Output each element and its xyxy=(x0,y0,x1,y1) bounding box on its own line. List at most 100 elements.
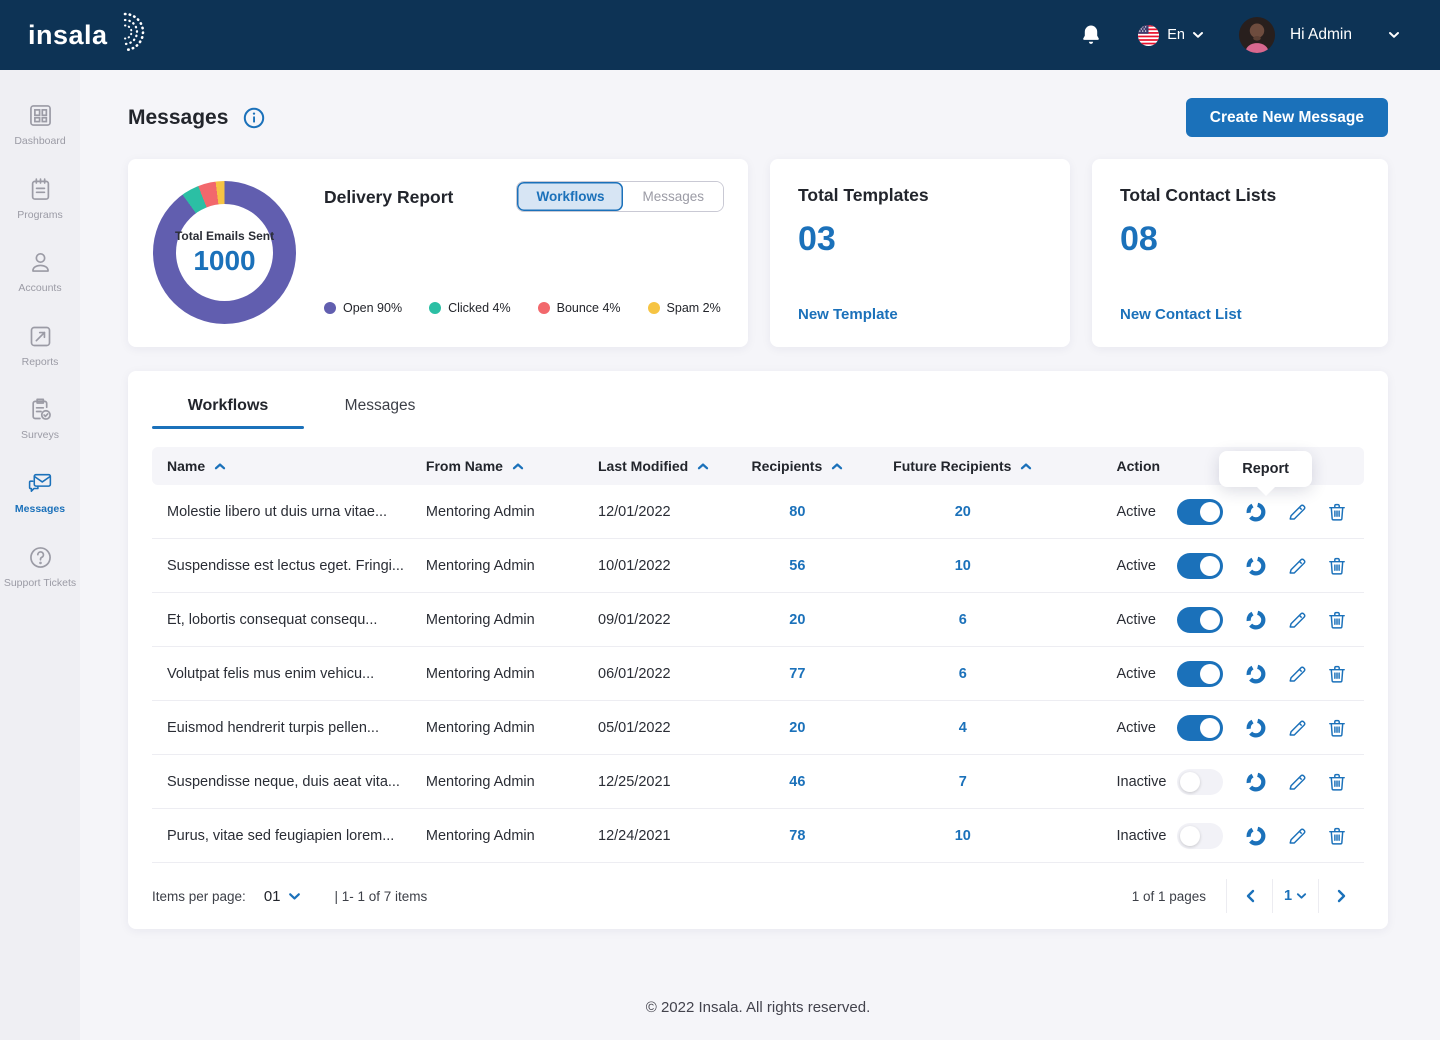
delete-trash-icon[interactable] xyxy=(1326,825,1348,847)
notification-bell-icon[interactable] xyxy=(1079,23,1103,47)
report-icon[interactable] xyxy=(1245,501,1267,523)
recipients-link[interactable]: 46 xyxy=(789,774,805,790)
sidebar-item-label: Dashboard xyxy=(14,135,65,148)
recipients-link[interactable]: 56 xyxy=(789,558,805,574)
from-name: Mentoring Admin xyxy=(426,504,598,520)
future-recipients-link[interactable]: 6 xyxy=(959,666,967,682)
report-icon[interactable] xyxy=(1245,717,1267,739)
items-per-page-label: Items per page: xyxy=(152,889,246,904)
sidebar-item-messages[interactable]: Messages xyxy=(0,460,80,526)
sidebar: Dashboard Programs Accounts Reports Surv… xyxy=(0,70,80,1040)
delete-trash-icon[interactable] xyxy=(1326,609,1348,631)
user-menu[interactable]: Hi Admin xyxy=(1238,16,1400,54)
new-template-link[interactable]: New Template xyxy=(798,306,1042,323)
future-recipients-link[interactable]: 20 xyxy=(955,504,971,520)
pages-count-label: 1 of 1 pages xyxy=(1132,889,1206,904)
current-page-select[interactable]: 1 xyxy=(1272,879,1318,913)
status-toggle[interactable] xyxy=(1177,499,1223,525)
status-toggle[interactable] xyxy=(1177,607,1223,633)
table-row: Euismod hendrerit turpis pellen... Mento… xyxy=(152,701,1364,755)
sidebar-item-accounts[interactable]: Accounts xyxy=(0,239,80,305)
sort-caret-icon[interactable] xyxy=(831,462,843,470)
dashboard-grid-icon xyxy=(27,102,54,129)
recipients-link[interactable]: 78 xyxy=(789,828,805,844)
status-toggle[interactable] xyxy=(1177,553,1223,579)
from-name: Mentoring Admin xyxy=(426,666,598,682)
column-name: Name xyxy=(167,458,205,474)
report-icon[interactable] xyxy=(1245,663,1267,685)
future-recipients-link[interactable]: 4 xyxy=(959,720,967,736)
items-per-page-select[interactable]: 01 xyxy=(264,888,301,905)
column-from-name: From Name xyxy=(426,458,503,474)
future-recipients-link[interactable]: 10 xyxy=(955,828,971,844)
delivery-report-toggle-group: Workflows Messages xyxy=(516,181,724,212)
status-toggle[interactable] xyxy=(1177,715,1223,741)
edit-pencil-icon[interactable] xyxy=(1286,501,1308,523)
status-toggle[interactable] xyxy=(1177,823,1223,849)
sidebar-item-label: Programs xyxy=(17,209,63,222)
sort-caret-icon[interactable] xyxy=(1020,462,1032,470)
edit-pencil-icon[interactable] xyxy=(1286,717,1308,739)
legend-dot xyxy=(324,302,336,314)
recipients-link[interactable]: 20 xyxy=(789,612,805,628)
report-icon[interactable] xyxy=(1245,555,1267,577)
info-icon[interactable] xyxy=(242,106,266,130)
sidebar-item-dashboard[interactable]: Dashboard xyxy=(0,92,80,158)
sort-caret-icon[interactable] xyxy=(697,462,709,470)
status-label: Active xyxy=(1117,720,1177,736)
sidebar-item-label: Accounts xyxy=(18,282,61,295)
create-new-message-button[interactable]: Create New Message xyxy=(1186,98,1388,137)
sidebar-item-surveys[interactable]: Surveys xyxy=(0,386,80,452)
delivery-report-title: Delivery Report xyxy=(324,187,453,208)
future-recipients-link[interactable]: 7 xyxy=(959,774,967,790)
column-future-recipients: Future Recipients xyxy=(893,458,1011,474)
delete-trash-icon[interactable] xyxy=(1326,555,1348,577)
delete-trash-icon[interactable] xyxy=(1326,717,1348,739)
person-icon xyxy=(27,249,54,276)
recipients-link[interactable]: 20 xyxy=(789,720,805,736)
last-modified: 05/01/2022 xyxy=(598,720,745,736)
sidebar-item-label: Support Tickets xyxy=(4,577,76,590)
segment-messages[interactable]: Messages xyxy=(623,182,723,211)
clipboard-check-icon xyxy=(27,396,54,423)
table-row: Suspendisse est lectus eget. Fringi... M… xyxy=(152,539,1364,593)
legend-item-bounce: Bounce 4% xyxy=(538,301,621,315)
brand-logo[interactable]: insala xyxy=(28,13,146,57)
total-templates-card: Total Templates 03 New Template xyxy=(770,159,1070,347)
sidebar-item-label: Messages xyxy=(15,503,65,516)
stat-title: Total Templates xyxy=(798,185,1042,206)
brand-text: insala xyxy=(28,20,108,51)
edit-pencil-icon[interactable] xyxy=(1286,663,1308,685)
segment-workflows[interactable]: Workflows xyxy=(517,182,623,211)
workflow-name: Volutpat felis mus enim vehicu... xyxy=(152,666,426,682)
recipients-link[interactable]: 80 xyxy=(789,504,805,520)
edit-pencil-icon[interactable] xyxy=(1286,771,1308,793)
status-toggle[interactable] xyxy=(1177,769,1223,795)
sort-caret-icon[interactable] xyxy=(214,462,226,470)
next-page-button[interactable] xyxy=(1318,879,1364,913)
status-label: Active xyxy=(1117,504,1177,520)
future-recipients-link[interactable]: 6 xyxy=(959,612,967,628)
edit-pencil-icon[interactable] xyxy=(1286,825,1308,847)
tab-messages[interactable]: Messages xyxy=(304,397,456,429)
tab-workflows[interactable]: Workflows xyxy=(152,397,304,429)
report-icon[interactable] xyxy=(1245,771,1267,793)
edit-pencil-icon[interactable] xyxy=(1286,555,1308,577)
delete-trash-icon[interactable] xyxy=(1326,501,1348,523)
sidebar-item-programs[interactable]: Programs xyxy=(0,166,80,232)
language-label: En xyxy=(1167,27,1185,43)
prev-page-button[interactable] xyxy=(1226,879,1272,913)
language-selector[interactable]: En xyxy=(1137,24,1204,47)
delete-trash-icon[interactable] xyxy=(1326,663,1348,685)
sort-caret-icon[interactable] xyxy=(512,462,524,470)
sidebar-item-reports[interactable]: Reports xyxy=(0,313,80,379)
sidebar-item-support-tickets[interactable]: Support Tickets xyxy=(0,534,80,600)
delete-trash-icon[interactable] xyxy=(1326,771,1348,793)
report-icon[interactable] xyxy=(1245,825,1267,847)
future-recipients-link[interactable]: 10 xyxy=(955,558,971,574)
report-icon[interactable] xyxy=(1245,609,1267,631)
status-toggle[interactable] xyxy=(1177,661,1223,687)
recipients-link[interactable]: 77 xyxy=(789,666,805,682)
edit-pencil-icon[interactable] xyxy=(1286,609,1308,631)
new-contact-list-link[interactable]: New Contact List xyxy=(1120,306,1360,323)
